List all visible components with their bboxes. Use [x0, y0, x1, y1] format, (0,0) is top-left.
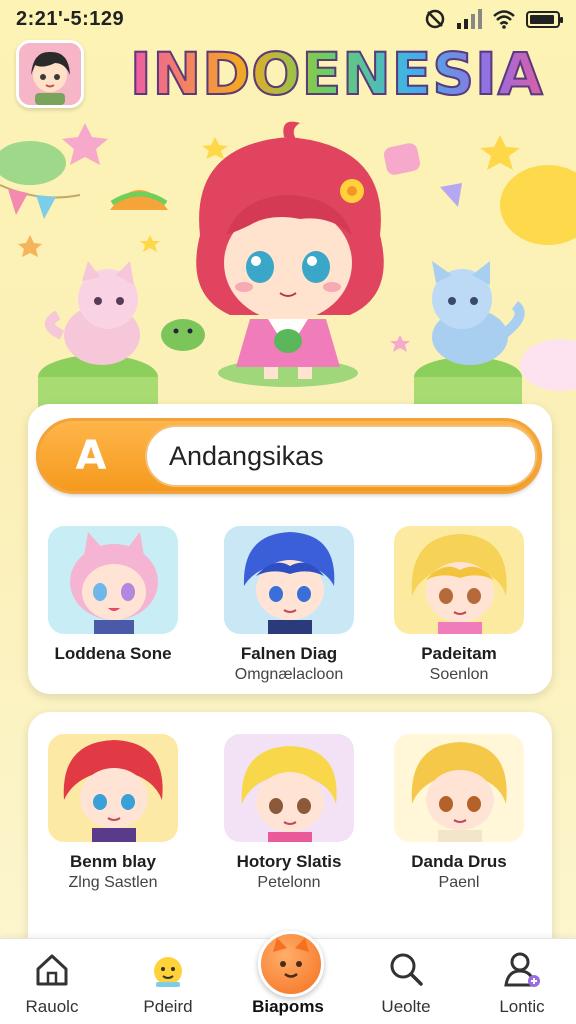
- do-not-disturb-icon: [425, 9, 445, 29]
- bottom-navigation: Rauolc Pdeird Biapoms Ueolte Lontic: [0, 931, 576, 1024]
- character-thumbnail-blonde: [394, 526, 524, 634]
- nav-buddy-label: Pdeird: [143, 997, 193, 1016]
- user-avatar[interactable]: [16, 40, 84, 108]
- list-item-title: Danda Drus: [411, 852, 507, 871]
- buddy-icon: [154, 957, 182, 987]
- featured-item[interactable]: Padeitam Soenlon: [384, 526, 534, 684]
- featured-item-subtitle: Soenlon: [429, 666, 489, 683]
- featured-item[interactable]: Falnen Diag Omgnælacloon: [214, 526, 364, 684]
- nav-search[interactable]: Ueolte: [358, 939, 454, 1024]
- character-thumbnail-gold: [394, 734, 524, 842]
- featured-item-subtitle: Omgnælacloon: [234, 666, 344, 683]
- hero-illustration: [0, 115, 576, 415]
- featured-item-title: Padeitam: [421, 644, 497, 663]
- character-thumbnail-yellow: [224, 734, 354, 842]
- status-bar: 2:21'-5:129: [0, 0, 576, 38]
- search-bar[interactable]: A Andangsikas: [36, 418, 542, 494]
- character-thumbnail-red: [48, 734, 178, 842]
- battery-icon: [526, 10, 563, 28]
- cellular-signal-icon: [457, 9, 482, 29]
- list-item-subtitle: Zlng Sastlen: [68, 874, 158, 891]
- search-input[interactable]: Andangsikas: [145, 425, 537, 487]
- nav-search-label: Ueolte: [381, 997, 431, 1016]
- featured-item-title: Falnen Diag: [240, 644, 338, 663]
- avatar-art: [19, 43, 81, 105]
- list-item[interactable]: Benm blay Zlng Sastlen: [38, 734, 188, 892]
- nav-pets-label: Biapoms: [252, 997, 324, 1016]
- wifi-icon: [493, 10, 515, 29]
- status-time: 2:21'-5:129: [16, 7, 125, 30]
- list-item-title: Benm blay: [70, 852, 156, 871]
- list-item[interactable]: Hotory Slatis Petelonn: [214, 734, 364, 892]
- nav-buddy[interactable]: Pdeird: [120, 939, 216, 1024]
- featured-item[interactable]: Loddena Sone: [38, 526, 188, 664]
- list-item[interactable]: Danda Drus Paenl: [384, 734, 534, 892]
- search-a-icon: A: [75, 433, 107, 479]
- profile-icon: [504, 952, 540, 987]
- hero-scene: [0, 121, 576, 415]
- nav-home-label: Rauolc: [25, 997, 79, 1016]
- pet-icon: [258, 931, 324, 997]
- featured-item-title: Loddena Sone: [54, 644, 172, 663]
- app-title: INDOENESIA: [129, 36, 560, 112]
- featured-card: A Andangsikas Loddena Sone Falnen Diag O…: [28, 404, 552, 694]
- status-icons: [424, 8, 563, 30]
- list-item-subtitle: Petelonn: [257, 874, 321, 891]
- list-item-subtitle: Paenl: [438, 874, 480, 891]
- home-icon: [36, 954, 68, 986]
- nav-profile[interactable]: Lontic: [474, 939, 570, 1024]
- character-thumbnail-blue: [224, 526, 354, 634]
- list-item-title: Hotory Slatis: [236, 852, 342, 871]
- nav-profile-label: Lontic: [499, 997, 545, 1016]
- character-thumbnail-pink: [48, 526, 178, 634]
- search-icon: [390, 953, 423, 986]
- nav-pets[interactable]: Biapoms: [240, 931, 336, 1024]
- nav-home[interactable]: Rauolc: [4, 939, 100, 1024]
